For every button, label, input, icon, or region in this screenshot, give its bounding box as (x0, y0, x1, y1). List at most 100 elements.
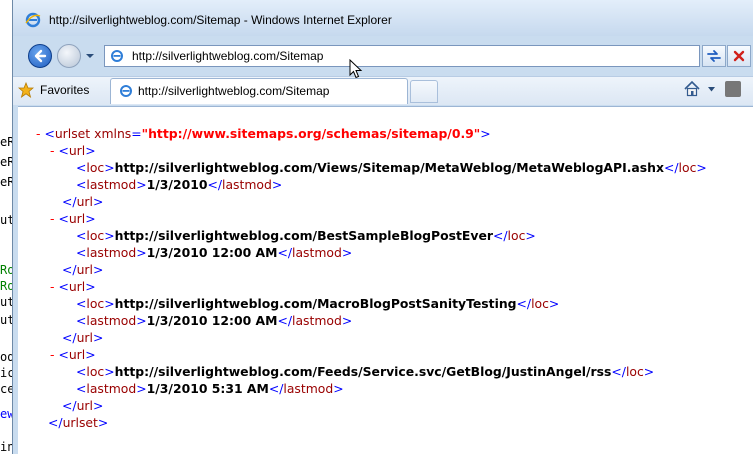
ie-page-icon (120, 85, 132, 97)
recent-pages-dropdown-icon[interactable] (85, 52, 95, 60)
collapse-toggle[interactable]: - (36, 126, 40, 141)
xml-tag-name: urlset (54, 126, 91, 141)
xml-bracket: < (76, 245, 87, 260)
new-tab-button[interactable] (410, 80, 438, 103)
xml-bracket: > (92, 262, 104, 277)
window-title: http://silverlightweblog.com/Sitemap - W… (49, 13, 392, 27)
address-bar[interactable]: http://silverlightweblog.com/Sitemap (104, 45, 700, 67)
xml-tag-name: loc (86, 228, 105, 243)
xml-bracket: > (136, 313, 147, 328)
xml-url-close-line: </url> (62, 193, 103, 210)
stop-button[interactable] (727, 45, 751, 67)
forward-button[interactable] (57, 44, 81, 68)
xml-bracket: </ (516, 296, 532, 311)
xml-tag-name: url (76, 398, 93, 413)
xml-tag-name: lastmod (222, 177, 272, 192)
xml-loc-line: <loc>http://silverlightweblog.com/Views/… (76, 159, 707, 176)
collapse-toggle[interactable]: - (50, 211, 54, 226)
xml-tag-name: loc (86, 160, 105, 175)
xml-bracket: > (136, 177, 147, 192)
xml-bracket: < (58, 143, 69, 158)
lastmod-value: 1/3/2010 (146, 177, 208, 192)
xml-lastmod-line: <lastmod>1/3/2010 12:00 AM</lastmod> (76, 312, 352, 329)
xml-url-open-line: - <url> (50, 142, 96, 159)
chevron-down-icon[interactable] (707, 86, 716, 93)
xml-bracket: < (76, 364, 87, 379)
collapse-toggle[interactable]: - (50, 347, 54, 362)
tab-label: http://silverlightweblog.com/Sitemap (138, 84, 330, 98)
lastmod-value: 1/3/2010 12:00 AM (146, 245, 278, 260)
xml-bracket: < (76, 296, 87, 311)
feeds-icon[interactable] (725, 81, 741, 97)
xml-bracket: < (76, 160, 87, 175)
xml-bracket: </ (48, 415, 63, 430)
xml-tag-name: loc (531, 296, 549, 311)
xml-bracket: </ (62, 262, 77, 277)
xml-bracket: > (136, 381, 147, 396)
xml-bracket: </ (268, 381, 284, 396)
xml-bracket: > (696, 160, 707, 175)
xml-tag-name: url (76, 194, 93, 209)
xml-bracket: < (58, 347, 69, 362)
xml-bracket: > (104, 228, 115, 243)
collapse-toggle[interactable]: - (50, 143, 54, 158)
xml-document-view: - <urlset xmlns="http://www.sitemaps.org… (18, 106, 753, 454)
back-arrow-icon (34, 49, 47, 63)
xml-tag-name: urlset (62, 415, 98, 430)
xml-bracket: </ (207, 177, 222, 192)
xml-tag-name: lastmod (86, 177, 137, 192)
home-icon[interactable] (683, 80, 701, 98)
xml-loc-line: <loc>http://silverlightweblog.com/BestSa… (76, 227, 536, 244)
title-bar[interactable]: http://silverlightweblog.com/Sitemap - W… (13, 0, 753, 36)
refresh-arrows-icon (707, 50, 721, 62)
xml-tag-name: url (68, 279, 86, 294)
xml-bracket: > (333, 381, 344, 396)
xml-bracket: < (76, 313, 87, 328)
lastmod-value: 1/3/2010 5:31 AM (146, 381, 269, 396)
xml-tag-name: loc (625, 364, 644, 379)
xml-tag-name: loc (507, 228, 526, 243)
collapse-toggle[interactable]: - (50, 279, 54, 294)
xml-tag-name: lastmod (292, 313, 342, 328)
xml-tag-name: lastmod (283, 381, 334, 396)
xml-root-close-line: </urlset> (48, 414, 108, 431)
loc-value: http://silverlightweblog.com/Feeds/Servi… (114, 364, 612, 379)
xml-bracket: > (480, 126, 491, 141)
favorites-label: Favorites (40, 83, 90, 97)
xml-tag-name: url (76, 330, 93, 345)
mouse-cursor-icon (349, 59, 363, 79)
xml-bracket: > (104, 364, 115, 379)
xml-tag-name: loc (678, 160, 697, 175)
xml-url-open-line: - <url> (50, 278, 96, 295)
back-button[interactable] (28, 44, 52, 68)
xml-bracket: > (85, 347, 96, 362)
xml-tag-name: url (76, 262, 93, 277)
xml-bracket: > (92, 398, 104, 413)
compatibility-view-button[interactable] (702, 45, 726, 67)
xml-attribute-name: xmlns (94, 126, 132, 141)
xml-bracket: </ (277, 313, 292, 328)
xml-bracket: > (104, 296, 115, 311)
xml-loc-line: < loc >http://silverlightweblog.com/Feeds/… (76, 363, 654, 380)
xml-bracket: > (104, 160, 115, 175)
xml-tag-name: lastmod (86, 313, 137, 328)
xml-url-open-line: - <url> (50, 210, 96, 227)
xml-bracket: < (76, 228, 87, 243)
xml-tag-name: loc (86, 296, 105, 311)
xml-attribute-value: "http://www.sitemaps.org/schemas/sitemap… (141, 126, 481, 141)
xml-bracket: < (58, 279, 69, 294)
xml-bracket: > (85, 211, 96, 226)
xml-lastmod-line: <lastmod>1/3/2010 12:00 AM</lastmod> (76, 244, 352, 261)
xml-bracket: </ (62, 398, 77, 413)
xml-tag-name: url (68, 211, 86, 226)
xml-bracket: > (136, 245, 147, 260)
loc-value: http://silverlightweblog.com/BestSampleB… (114, 228, 493, 243)
address-input[interactable]: http://silverlightweblog.com/Sitemap (132, 49, 323, 63)
xml-url-open-line: - <url> (50, 346, 96, 363)
xml-bracket: > (525, 228, 536, 243)
xml-bracket: </ (62, 194, 77, 209)
tab-sitemap[interactable]: http://silverlightweblog.com/Sitemap (110, 78, 408, 104)
xml-tag-name: lastmod (86, 381, 137, 396)
xml-url-close-line: </url> (62, 397, 103, 414)
xml-bracket: > (341, 245, 353, 260)
